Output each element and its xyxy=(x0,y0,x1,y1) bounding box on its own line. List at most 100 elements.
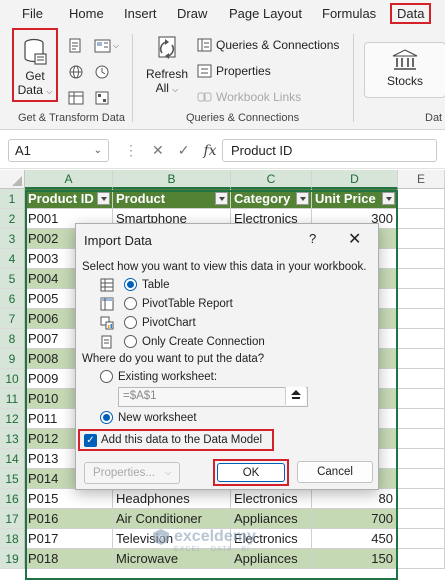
option-new-worksheet[interactable]: New worksheet xyxy=(100,411,197,424)
select-all-corner[interactable] xyxy=(0,170,25,189)
column-header-d[interactable]: D xyxy=(312,170,398,189)
grid-cell[interactable] xyxy=(398,509,445,529)
row-header[interactable]: 5 xyxy=(0,269,25,289)
table-cell[interactable]: Headphones xyxy=(113,489,231,509)
formula-input[interactable]: Product ID xyxy=(222,139,437,162)
filter-dropdown-icon[interactable] xyxy=(382,192,395,205)
help-button[interactable]: ? xyxy=(309,231,316,246)
column-header-a[interactable]: A xyxy=(25,170,113,189)
option-pivottable[interactable]: PivotTable Report xyxy=(124,297,233,310)
table-cell[interactable]: P018 xyxy=(25,549,113,569)
table-cell[interactable]: 80 xyxy=(312,489,398,509)
web-icon[interactable] xyxy=(68,64,84,80)
option-existing-worksheet[interactable]: Existing worksheet: xyxy=(100,370,217,383)
tab-insert[interactable]: Insert xyxy=(124,6,157,21)
table-cell[interactable]: P016 xyxy=(25,509,113,529)
table-cell[interactable]: P015 xyxy=(25,489,113,509)
radio-connection-only[interactable] xyxy=(124,335,137,348)
grid-cell[interactable] xyxy=(398,369,445,389)
grid-cell[interactable] xyxy=(398,549,445,569)
table-cell[interactable]: P017 xyxy=(25,529,113,549)
radio-new-worksheet[interactable] xyxy=(100,411,113,424)
collapse-range-button[interactable] xyxy=(285,387,306,405)
table-cell[interactable]: 450 xyxy=(312,529,398,549)
tab-draw[interactable]: Draw xyxy=(177,6,207,21)
grid-cell[interactable] xyxy=(398,209,445,229)
table-header-cell[interactable]: Unit Price xyxy=(312,189,398,209)
grid-cell[interactable] xyxy=(398,329,445,349)
row-header[interactable]: 1 xyxy=(0,189,25,209)
row-header[interactable]: 2 xyxy=(0,209,25,229)
radio-table[interactable] xyxy=(124,278,137,291)
refresh-all-button[interactable]: Refresh All ⌵ xyxy=(143,34,191,102)
grid-cell[interactable] xyxy=(398,489,445,509)
row-header[interactable]: 17 xyxy=(0,509,25,529)
tab-page-layout[interactable]: Page Layout xyxy=(229,6,302,21)
get-data-button[interactable]: Get Data ⌵ xyxy=(12,28,58,102)
data-model-checkbox-row[interactable]: ✓ Add this data to the Data Model xyxy=(78,429,274,451)
tab-formulas[interactable]: Formulas xyxy=(322,6,376,21)
row-header[interactable]: 10 xyxy=(0,369,25,389)
reference-input[interactable]: =$A$1 xyxy=(118,387,308,407)
insert-function-icon[interactable]: fx xyxy=(203,143,216,159)
radio-pivotchart[interactable] xyxy=(124,316,137,329)
grid-cell[interactable] xyxy=(398,429,445,449)
column-header-b[interactable]: B xyxy=(113,170,231,189)
grid-cell[interactable] xyxy=(398,469,445,489)
filter-dropdown-icon[interactable] xyxy=(215,192,228,205)
table-cell[interactable]: Electronics xyxy=(231,489,312,509)
row-header[interactable]: 3 xyxy=(0,229,25,249)
table-cell[interactable]: Air Conditioner xyxy=(113,509,231,529)
properties-button-dialog[interactable]: Properties... ⌵ xyxy=(84,462,180,484)
filter-dropdown-icon[interactable] xyxy=(296,192,309,205)
properties-button[interactable]: Properties xyxy=(197,64,271,78)
cancel-button[interactable]: Cancel xyxy=(297,461,373,483)
table-range-icon[interactable] xyxy=(68,90,84,106)
chevron-down-icon[interactable]: ⌄ xyxy=(94,145,102,156)
grid-cell[interactable] xyxy=(398,389,445,409)
option-connection-only[interactable]: Only Create Connection xyxy=(124,335,265,348)
row-header[interactable]: 6 xyxy=(0,289,25,309)
column-header-e[interactable]: E xyxy=(398,170,445,189)
grid-cell[interactable] xyxy=(398,229,445,249)
stocks-button[interactable]: Stocks xyxy=(364,42,445,98)
table-cell[interactable]: Appliances xyxy=(231,509,312,529)
table-header-cell[interactable]: Product xyxy=(113,189,231,209)
tab-home[interactable]: Home xyxy=(69,6,104,21)
text-csv-icon[interactable] xyxy=(68,38,84,54)
table-header-cell[interactable]: Product ID xyxy=(25,189,113,209)
row-header[interactable]: 15 xyxy=(0,469,25,489)
column-header-c[interactable]: C xyxy=(231,170,312,189)
grid-cell[interactable] xyxy=(398,449,445,469)
grid-cell[interactable] xyxy=(398,289,445,309)
row-header[interactable]: 9 xyxy=(0,349,25,369)
option-pivotchart[interactable]: PivotChart xyxy=(124,316,196,329)
grid-cell[interactable] xyxy=(398,269,445,289)
row-header[interactable]: 18 xyxy=(0,529,25,549)
row-header[interactable]: 12 xyxy=(0,409,25,429)
row-header[interactable]: 8 xyxy=(0,329,25,349)
grid-cell[interactable] xyxy=(398,189,445,209)
queries-connections-button[interactable]: Queries & Connections xyxy=(197,38,339,52)
row-header[interactable]: 4 xyxy=(0,249,25,269)
table-cell[interactable]: 150 xyxy=(312,549,398,569)
enter-icon[interactable]: ✓ xyxy=(178,142,190,159)
radio-pivottable[interactable] xyxy=(124,297,137,310)
tab-file[interactable]: File xyxy=(22,6,43,21)
existing-connections-icon[interactable] xyxy=(94,90,110,106)
row-header[interactable]: 11 xyxy=(0,389,25,409)
grid-cell[interactable] xyxy=(398,529,445,549)
checkbox-checked-icon[interactable]: ✓ xyxy=(84,433,97,447)
grid-cell[interactable] xyxy=(398,249,445,269)
row-header[interactable]: 19 xyxy=(0,549,25,569)
workbook-links-button[interactable]: Workbook Links xyxy=(197,90,301,104)
radio-existing-worksheet[interactable] xyxy=(100,370,113,383)
option-table[interactable]: Table xyxy=(124,278,170,291)
grid-cell[interactable] xyxy=(398,349,445,369)
row-header[interactable]: 7 xyxy=(0,309,25,329)
recent-sources-icon[interactable] xyxy=(94,64,110,80)
filter-dropdown-icon[interactable] xyxy=(97,192,110,205)
row-header[interactable]: 14 xyxy=(0,449,25,469)
ok-button[interactable]: OK xyxy=(217,463,285,482)
tab-data[interactable]: Data xyxy=(390,3,432,24)
